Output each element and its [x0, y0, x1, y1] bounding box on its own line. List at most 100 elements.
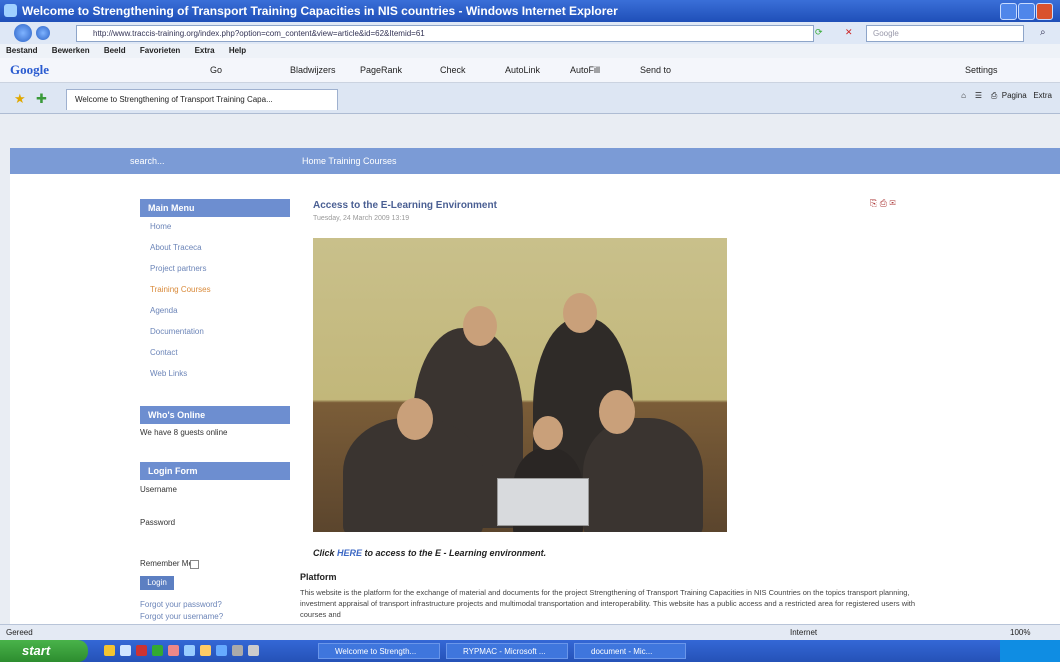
quicklaunch-icon[interactable] — [216, 645, 227, 656]
article-date: Tuesday, 24 March 2009 13:19 — [313, 215, 410, 222]
send-to-button[interactable]: Send to — [640, 58, 671, 82]
platform-heading: Platform — [300, 572, 337, 582]
minimize-button[interactable] — [1000, 3, 1017, 20]
window-title: Welcome to Strengthening of Transport Tr… — [22, 4, 618, 18]
taskbar-item-ie[interactable]: Welcome to Strength... — [318, 643, 440, 659]
article-tools: ⎘ ⎙ ✉ — [870, 198, 896, 209]
menu-item-documentation[interactable]: Documentation — [150, 327, 204, 336]
feeds-icon[interactable]: ☰ — [975, 91, 982, 100]
check-button[interactable]: Check — [440, 58, 466, 82]
whos-online-text: We have 8 guests online — [140, 428, 228, 437]
menu-edit[interactable]: Bewerken — [52, 46, 90, 55]
add-favorites-icon[interactable]: ✚ — [36, 91, 47, 107]
system-tray — [1000, 640, 1060, 662]
menu-item-home[interactable]: Home — [150, 222, 171, 231]
autofill-button[interactable]: AutoFill — [570, 58, 600, 82]
menu-item-training[interactable]: Training Courses — [150, 285, 211, 294]
photo-person — [583, 418, 703, 532]
quicklaunch-icon[interactable] — [232, 645, 243, 656]
elearning-access-text: Click HERE to access to the E - Learning… — [313, 548, 546, 558]
photo-head — [533, 416, 563, 450]
menu-help[interactable]: Help — [229, 46, 246, 55]
menu-item-contact[interactable]: Contact — [150, 348, 178, 357]
breadcrumb[interactable]: Home Training Courses — [302, 148, 397, 174]
search-input[interactable]: Google — [866, 25, 1024, 42]
status-text: Gereed — [6, 628, 33, 637]
forgot-username-link[interactable]: Forgot your username? — [140, 612, 223, 621]
back-button[interactable] — [14, 24, 32, 42]
elearning-link[interactable]: HERE — [337, 548, 362, 558]
tools-menu[interactable]: Extra — [1033, 91, 1052, 100]
username-label: Username — [140, 485, 177, 494]
refresh-icon[interactable]: ⟳ — [815, 27, 823, 38]
remember-me-checkbox[interactable] — [190, 560, 199, 569]
menu-file[interactable]: Bestand — [6, 46, 38, 55]
forgot-password-link[interactable]: Forgot your password? — [140, 600, 222, 609]
photo-head — [463, 306, 497, 346]
login-button[interactable]: Login — [140, 576, 174, 590]
start-button[interactable]: start — [0, 640, 88, 662]
quicklaunch-icon[interactable] — [184, 645, 195, 656]
home-icon[interactable]: ⌂ — [961, 91, 966, 100]
quicklaunch-icon[interactable] — [104, 645, 115, 656]
ie-app-icon — [4, 4, 17, 17]
quicklaunch-icon[interactable] — [248, 645, 259, 656]
platform-paragraph: This website is the platform for the exc… — [300, 588, 916, 619]
quicklaunch-icon[interactable] — [152, 645, 163, 656]
menu-item-agenda[interactable]: Agenda — [150, 306, 178, 315]
address-toolbar: http://www.traccis-training.org/index.ph… — [0, 22, 1060, 44]
taskbar: start Welcome to Strength... RYPMAC - Mi… — [0, 640, 1060, 662]
autolink-button[interactable]: AutoLink — [505, 58, 540, 82]
password-label: Password — [140, 518, 176, 527]
taskbar-item-word[interactable]: RYPMAC - Microsoft ... — [446, 643, 568, 659]
quicklaunch-icon[interactable] — [168, 645, 179, 656]
menu-item-weblinks[interactable]: Web Links — [150, 369, 187, 378]
tab-active[interactable]: Welcome to Strengthening of Transport Tr… — [66, 89, 338, 110]
address-input[interactable]: http://www.traccis-training.org/index.ph… — [76, 25, 814, 42]
command-bar: ⌂ ☰ ⎙ Pagina Extra — [961, 91, 1052, 101]
quicklaunch-icon[interactable] — [136, 645, 147, 656]
bookmarks-button[interactable]: Bladwijzers — [290, 58, 336, 82]
pdf-icon[interactable]: ⎘ — [870, 198, 877, 208]
click-suffix: to access to the E - Learning environmen… — [362, 548, 547, 558]
menu-view[interactable]: Beeld — [104, 46, 126, 55]
page-menu[interactable]: Pagina — [1002, 91, 1027, 100]
google-go-button[interactable]: Go — [210, 58, 222, 82]
stop-icon[interactable]: ✕ — [845, 27, 853, 38]
menu-tools[interactable]: Extra — [195, 46, 215, 55]
menu-item-about[interactable]: About Traceca — [150, 243, 202, 252]
menu-favorites[interactable]: Favorieten — [140, 46, 180, 55]
photo-head — [397, 398, 433, 440]
menu-bar: Bestand Bewerken Beeld Favorieten Extra … — [0, 44, 1060, 58]
zoom-level[interactable]: 100% — [1010, 625, 1030, 641]
forward-button[interactable] — [36, 26, 50, 40]
email-icon[interactable]: ✉ — [889, 198, 895, 208]
menu-item-partners[interactable]: Project partners — [150, 264, 206, 273]
main-menu-header: Main Menu — [140, 199, 290, 217]
article-title[interactable]: Access to the E-Learning Environment — [313, 200, 497, 211]
pagerank-button[interactable]: PageRank — [360, 58, 402, 82]
remember-me-label: Remember Me — [140, 559, 193, 568]
print-icon[interactable]: ⎙ — [880, 198, 887, 208]
security-zone: Internet — [790, 628, 818, 637]
favorites-star-icon[interactable]: ★ — [14, 91, 26, 107]
close-button[interactable] — [1036, 3, 1053, 20]
quicklaunch-icon[interactable] — [120, 645, 131, 656]
site-search-input[interactable]: search... — [130, 148, 165, 174]
taskbar-item-doc[interactable]: document - Mic... — [574, 643, 686, 659]
google-toolbar: Google Go Bladwijzers PageRank Check Aut… — [0, 58, 1060, 83]
status-bar: Gereed Internet 100% — [0, 624, 1060, 641]
whos-online-header: Who's Online — [140, 406, 290, 424]
print-toolbar-icon[interactable]: ⎙ — [991, 91, 997, 100]
google-logo: Google — [10, 62, 49, 77]
search-icon[interactable]: ⌕ — [1040, 27, 1046, 38]
quicklaunch-icon[interactable] — [200, 645, 211, 656]
click-prefix: Click — [313, 548, 338, 558]
photo-laptop — [497, 478, 589, 526]
photo-head — [563, 293, 597, 333]
photo-head — [599, 390, 635, 434]
tab-bar: ★ ✚ Welcome to Strengthening of Transpor… — [0, 83, 1060, 114]
settings-button[interactable]: Settings — [965, 58, 998, 82]
maximize-button[interactable] — [1018, 3, 1035, 20]
group-photo — [313, 238, 727, 532]
